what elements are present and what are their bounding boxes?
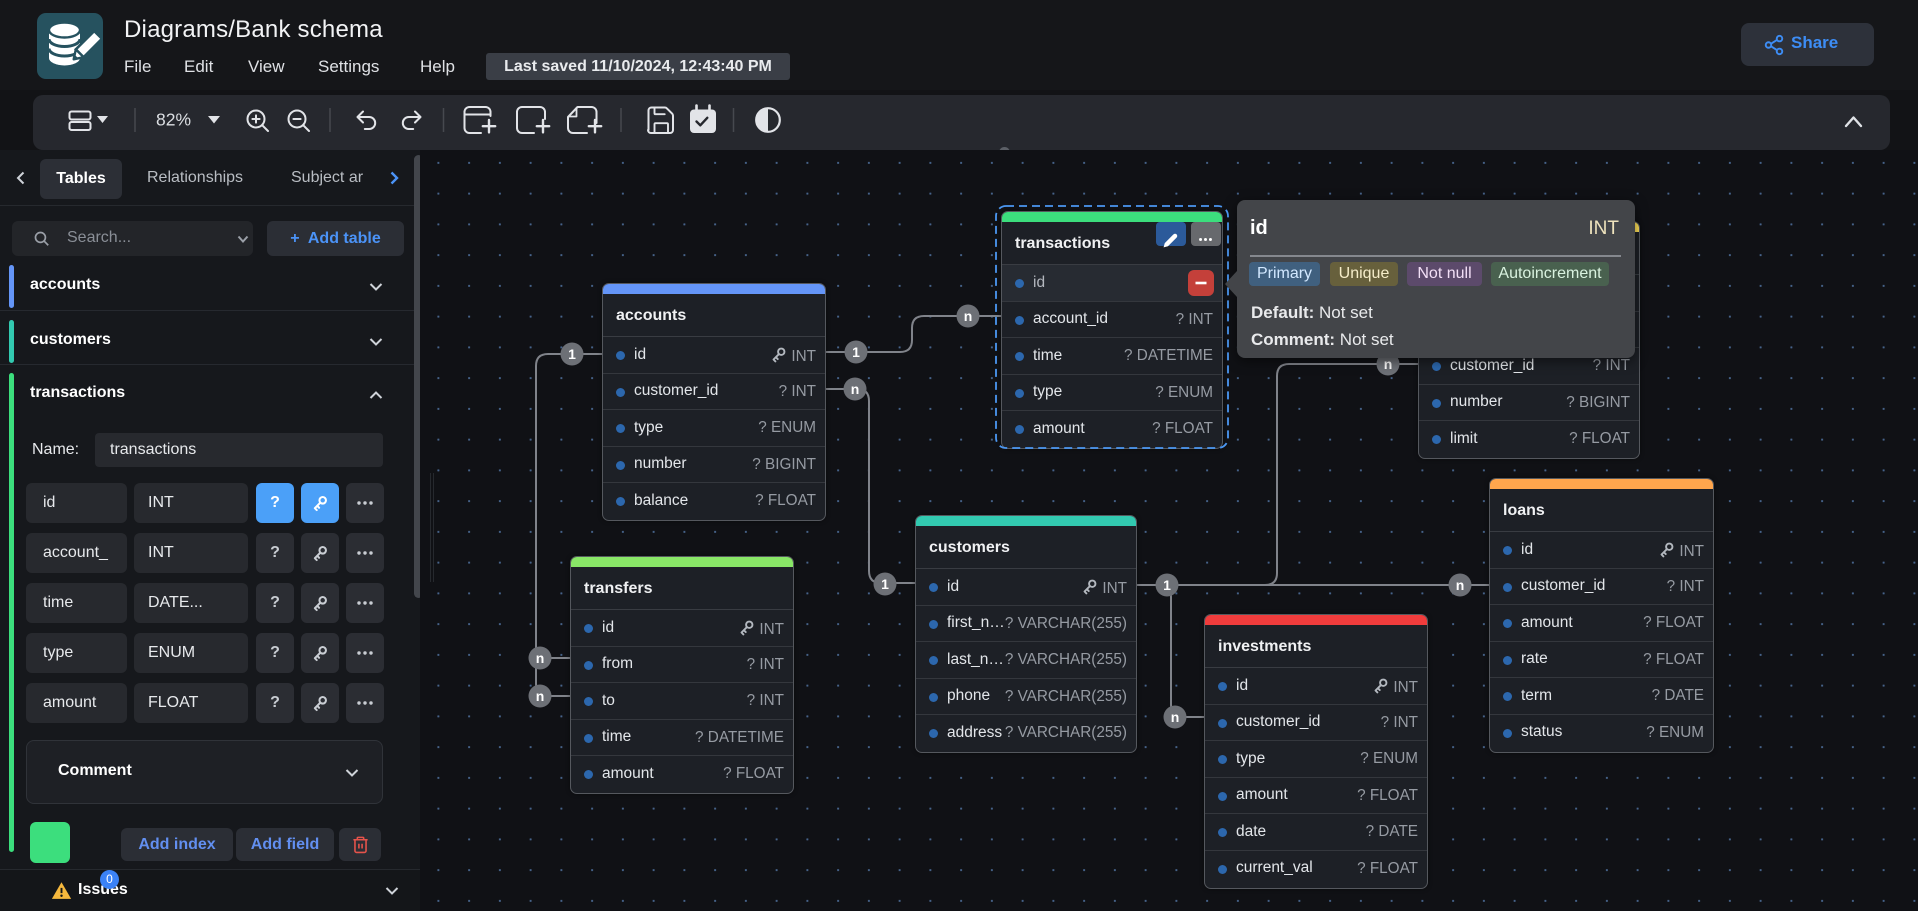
svg-text:1: 1	[568, 346, 576, 362]
svg-text:1: 1	[852, 344, 860, 360]
svg-text:n: n	[851, 381, 860, 397]
svg-text:n: n	[1171, 709, 1180, 725]
svg-text:1: 1	[881, 576, 889, 592]
svg-text:n: n	[1384, 356, 1393, 372]
svg-text:n: n	[964, 308, 973, 324]
svg-text:82%: 82%	[156, 110, 191, 130]
svg-text:n: n	[1456, 577, 1465, 593]
svg-text:n: n	[536, 650, 545, 666]
svg-text:n: n	[536, 688, 545, 704]
svg-text:1: 1	[1163, 577, 1171, 593]
